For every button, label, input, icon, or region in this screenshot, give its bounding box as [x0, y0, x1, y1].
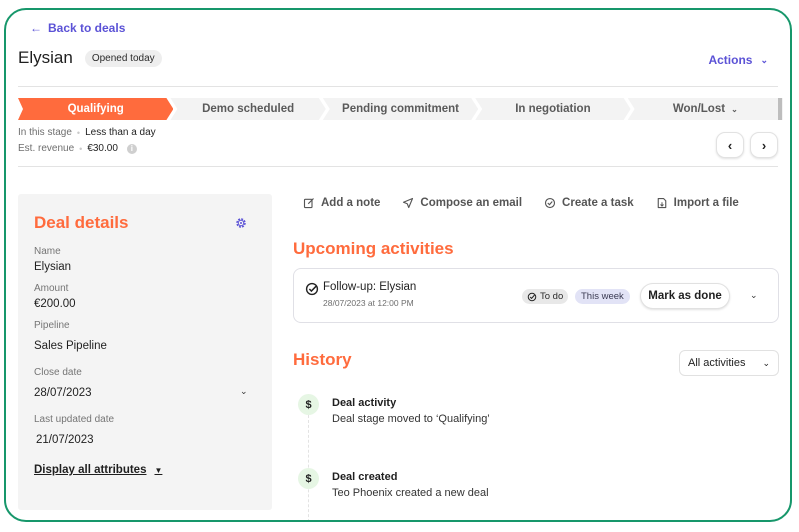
revenue-meta: Est. revenue • €30.00 i: [18, 143, 137, 154]
stage-qualifying[interactable]: Qualifying: [18, 98, 173, 120]
gear-icon[interactable]: [235, 217, 247, 229]
field-value-last-updated: 21/07/2023: [36, 434, 94, 446]
todo-badge: To do: [522, 289, 569, 304]
field-value-amount[interactable]: €200.00: [34, 298, 76, 310]
previous-stage-button[interactable]: ‹: [716, 132, 744, 158]
activity-title: Follow-up: Elysian: [323, 281, 417, 293]
separator-dot: •: [79, 143, 83, 154]
stage-label: Won/Lost: [672, 103, 726, 115]
activity-filter-select[interactable]: All activities ⌄: [679, 350, 779, 376]
deal-details-panel: Deal details Name Elysian Amount €200.00…: [18, 194, 272, 510]
history-title: History: [293, 350, 352, 369]
upcoming-activities-title: Upcoming activities: [293, 239, 454, 258]
field-value-close-date[interactable]: 28/07/2023: [34, 387, 92, 399]
back-to-deals-label: Back to deals: [48, 21, 126, 35]
stages-scrollbar[interactable]: [778, 98, 782, 120]
activity-date: 28/07/2023 at 12:00 PM: [323, 298, 414, 308]
compose-email-button[interactable]: Compose an email: [402, 197, 522, 209]
quick-actions-bar: Add a note Compose an email Create a tas…: [303, 197, 739, 209]
arrow-left-icon: ←: [30, 21, 42, 35]
stage-pending-commitment[interactable]: Pending commitment: [323, 98, 478, 120]
file-import-icon: [657, 197, 666, 209]
field-label-pipeline: Pipeline: [34, 320, 70, 331]
chevron-down-icon: ⌄: [731, 104, 738, 114]
divider: [18, 86, 778, 87]
stage-label: In negotiation: [515, 103, 591, 115]
create-task-label: Create a task: [562, 197, 634, 209]
field-value-name[interactable]: Elysian: [34, 261, 71, 273]
history-item-title: Deal activity: [332, 397, 397, 409]
in-stage-meta: In this stage • Less than a day: [18, 127, 156, 138]
field-label-last-updated: Last updated date: [34, 414, 115, 425]
title-row: Elysian Opened today: [18, 48, 162, 68]
chevron-right-icon: ›: [761, 137, 767, 153]
chevron-down-icon[interactable]: ⌄: [240, 386, 248, 397]
check-circle-icon: [527, 292, 537, 301]
stage-demo-scheduled[interactable]: Demo scheduled: [170, 98, 325, 120]
separator-dot: •: [76, 127, 81, 138]
task-check-icon: [305, 282, 319, 296]
field-label-amount: Amount: [34, 283, 69, 294]
add-note-label: Add a note: [321, 197, 381, 209]
stage-in-negotiation[interactable]: In negotiation: [475, 98, 630, 120]
divider: [18, 166, 778, 167]
this-week-badge: This week: [575, 289, 630, 304]
chevron-down-icon: ⌄: [760, 54, 768, 65]
history-item-description: Deal stage moved to ‘Qualifying’: [332, 413, 490, 425]
deal-details-title: Deal details: [34, 213, 129, 232]
chevron-down-icon[interactable]: ⌄: [750, 290, 758, 301]
stage-label: Pending commitment: [342, 103, 459, 115]
stage-label: Demo scheduled: [202, 103, 295, 115]
field-label-close-date: Close date: [34, 367, 82, 378]
page-title: Elysian: [18, 48, 73, 67]
compose-email-label: Compose an email: [420, 197, 523, 209]
actions-menu-button[interactable]: Actions ⌄: [708, 53, 768, 67]
in-stage-value: Less than a day: [85, 127, 156, 138]
edit-note-icon: [303, 198, 314, 209]
display-all-label: Display all attributes: [34, 464, 147, 476]
next-stage-button[interactable]: ›: [750, 132, 778, 158]
create-task-button[interactable]: Create a task: [544, 197, 634, 209]
pipeline-stages: Qualifying Demo scheduled Pending commit…: [18, 98, 784, 120]
dollar-icon: $: [298, 468, 319, 489]
status-badge: Opened today: [84, 49, 162, 67]
actions-label: Actions: [708, 53, 753, 67]
check-circle-icon: [544, 197, 556, 209]
revenue-label: Est. revenue: [18, 143, 75, 154]
import-file-label: Import a file: [673, 197, 739, 209]
import-file-button[interactable]: Import a file: [656, 197, 739, 209]
send-icon: [403, 197, 414, 209]
field-value-pipeline[interactable]: Sales Pipeline: [34, 340, 107, 352]
add-note-button[interactable]: Add a note: [303, 197, 380, 209]
stage-won-lost[interactable]: Won/Lost ⌄: [627, 98, 784, 120]
chevron-down-icon: ⌄: [762, 357, 770, 368]
mark-as-done-button[interactable]: Mark as done: [640, 283, 730, 309]
todo-label: To do: [540, 291, 564, 302]
field-label-name: Name: [34, 246, 61, 257]
back-to-deals-link[interactable]: ← Back to deals: [30, 21, 125, 35]
history-item-description: Teo Phoenix created a new deal: [332, 487, 489, 499]
chevron-left-icon: ‹: [727, 137, 733, 153]
dollar-icon: $: [298, 394, 319, 415]
deal-page: ← Back to deals Elysian Opened today Act…: [4, 8, 792, 522]
history-item-title: Deal created: [332, 471, 398, 483]
display-all-attributes-link[interactable]: Display all attributes ▼: [34, 464, 162, 476]
revenue-value: €30.00: [87, 143, 118, 154]
activity-filter-value: All activities: [688, 357, 746, 369]
stage-label: Qualifying: [67, 103, 124, 115]
info-icon[interactable]: i: [126, 143, 137, 154]
caret-down-icon: ▼: [154, 465, 163, 475]
activity-card[interactable]: Follow-up: Elysian 28/07/2023 at 12:00 P…: [293, 268, 779, 323]
in-stage-label: In this stage: [18, 127, 72, 138]
